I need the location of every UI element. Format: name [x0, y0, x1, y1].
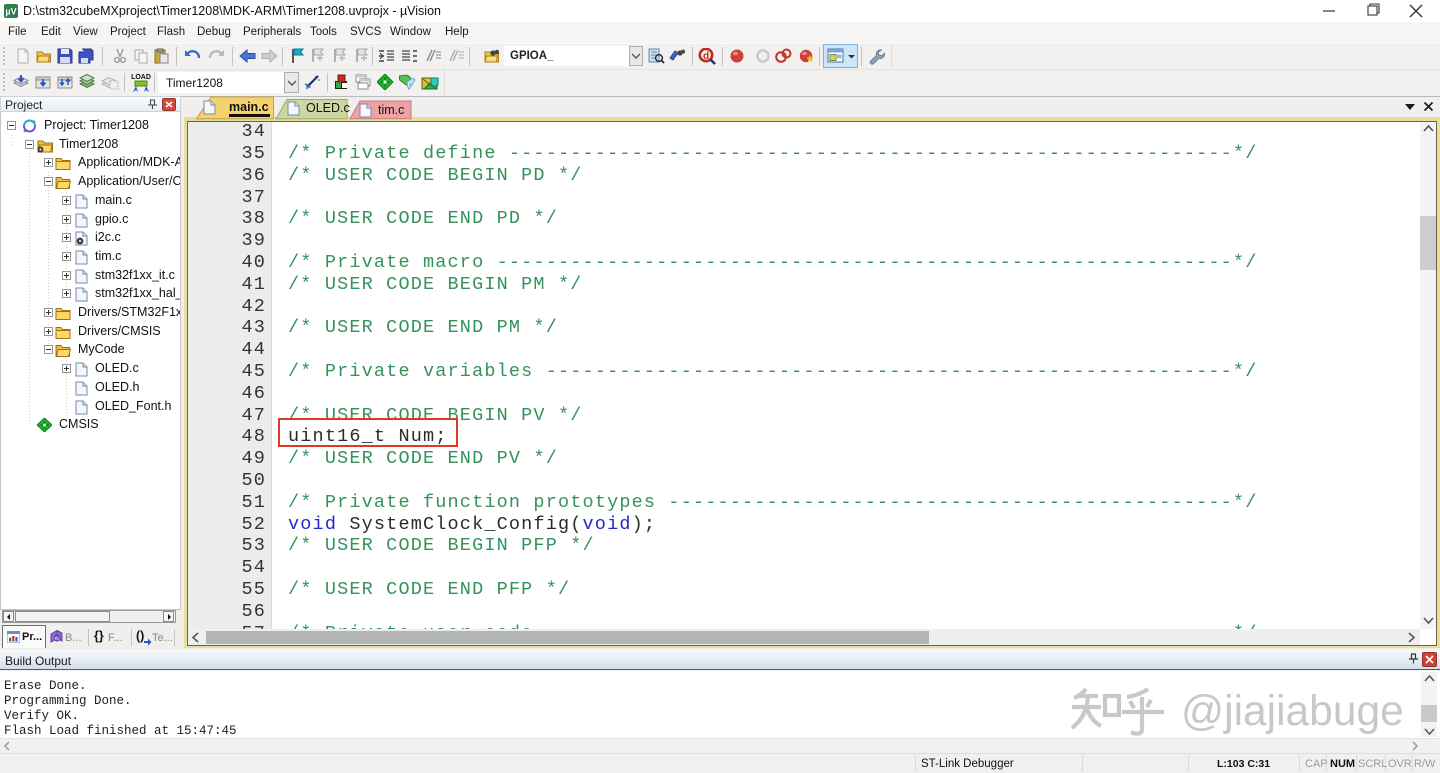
- svg-text:?: ?: [55, 636, 59, 643]
- svg-text:µV: µV: [5, 7, 16, 17]
- svg-text:d: d: [703, 51, 709, 62]
- svg-text:LOAD: LOAD: [131, 74, 151, 81]
